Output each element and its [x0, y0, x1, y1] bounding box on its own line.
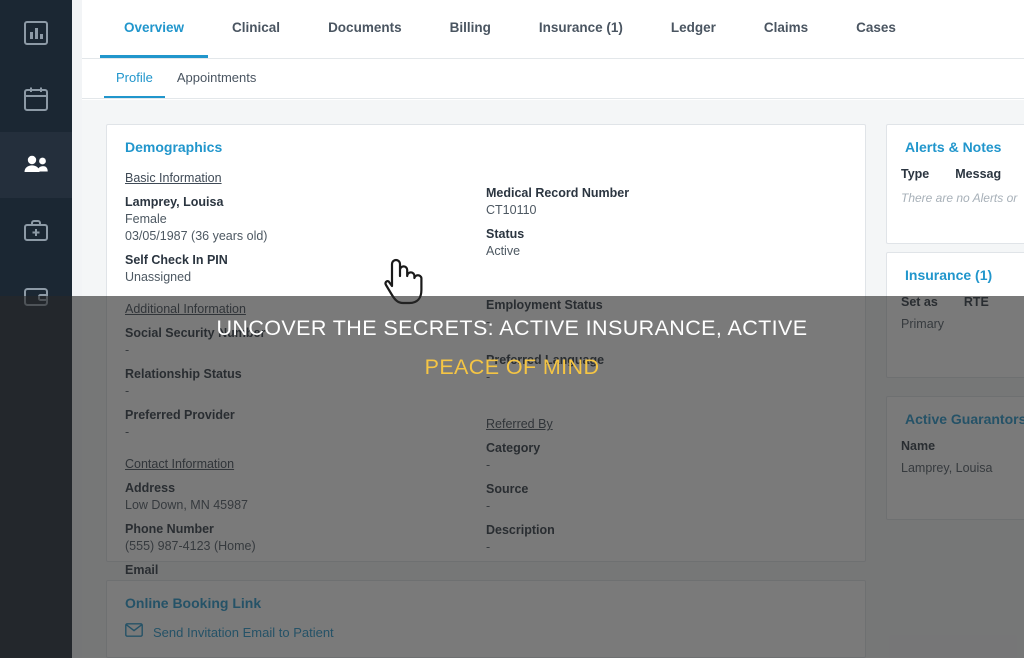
- tab-cases-label: Cases: [856, 20, 896, 35]
- tab-clinical-label: Clinical: [232, 20, 281, 35]
- tab-claims-label: Claims: [763, 20, 809, 35]
- overlay-headline-line1: UNCOVER THE SECRETS: ACTIVE INSURANCE, A…: [216, 316, 808, 340]
- primary-tabbar: Overview Clinical Documents Billing Insu…: [82, 0, 1024, 59]
- tab-overview-label: Overview: [124, 20, 185, 35]
- patient-gender: Female: [125, 212, 167, 226]
- alerts-notes-panel: Alerts & Notes Type Messag There are no …: [886, 124, 1024, 244]
- secondary-tabbar: Profile Appointments: [82, 59, 1024, 99]
- tab-insurance-label: Insurance (1): [538, 20, 623, 35]
- sidebar-item-patients[interactable]: [0, 132, 72, 198]
- patient-dob: 03/05/1987 (36 years old): [125, 229, 268, 243]
- sidebar-item-calendar[interactable]: [0, 66, 72, 132]
- basic-information-header: Basic Information: [125, 171, 222, 185]
- sidebar-item-reports[interactable]: [0, 0, 72, 66]
- sidebar-item-clinical[interactable]: [0, 198, 72, 264]
- patients-icon: [22, 152, 50, 178]
- tab-clinical[interactable]: Clinical: [208, 0, 304, 58]
- tab-cases[interactable]: Cases: [832, 0, 920, 58]
- subtab-profile[interactable]: Profile: [104, 59, 165, 98]
- tab-claims[interactable]: Claims: [740, 0, 832, 58]
- alerts-col-type: Type: [901, 167, 930, 181]
- tab-billing[interactable]: Billing: [426, 0, 515, 58]
- demographics-title: Demographics: [125, 139, 223, 155]
- right-column-spacer: [486, 163, 847, 182]
- medical-kit-icon: [23, 218, 49, 244]
- overlay-headline-line2: PEACE OF MIND: [424, 355, 600, 379]
- tab-billing-label: Billing: [449, 20, 491, 35]
- overlay-banner: UNCOVER THE SECRETS: ACTIVE INSURANCE, A…: [0, 296, 1024, 658]
- tab-ledger[interactable]: Ledger: [647, 0, 740, 58]
- patient-name: Lamprey, Louisa: [125, 195, 224, 209]
- tab-documents-label: Documents: [328, 20, 402, 35]
- self-check-in-pin-label: Self Check In PIN: [125, 253, 228, 267]
- mrn-label: Medical Record Number: [486, 186, 630, 200]
- right-column-spacer-2: [486, 258, 847, 288]
- subtab-appointments-label: Appointments: [176, 70, 257, 85]
- subtab-profile-label: Profile: [116, 70, 153, 85]
- alerts-notes-title: Alerts & Notes: [905, 139, 1002, 155]
- status-value: Active: [486, 244, 521, 258]
- self-check-in-pin-value: Unassigned: [125, 270, 192, 284]
- overlay-text-block: UNCOVER THE SECRETS: ACTIVE INSURANCE, A…: [0, 296, 1024, 380]
- tab-overview[interactable]: Overview: [100, 0, 209, 58]
- tab-documents[interactable]: Documents: [304, 0, 426, 58]
- status-label: Status: [486, 227, 525, 241]
- calendar-icon: [23, 86, 49, 112]
- tab-ledger-label: Ledger: [670, 20, 716, 35]
- subtab-appointments[interactable]: Appointments: [165, 59, 269, 98]
- alerts-empty-state: There are no Alerts or: [901, 191, 1018, 205]
- tab-insurance[interactable]: Insurance (1): [515, 0, 647, 58]
- reports-icon: [23, 20, 49, 46]
- insurance-panel-title: Insurance (1): [905, 267, 993, 283]
- mrn-value: CT10110: [486, 203, 537, 217]
- alerts-col-message: Messag: [955, 167, 1002, 181]
